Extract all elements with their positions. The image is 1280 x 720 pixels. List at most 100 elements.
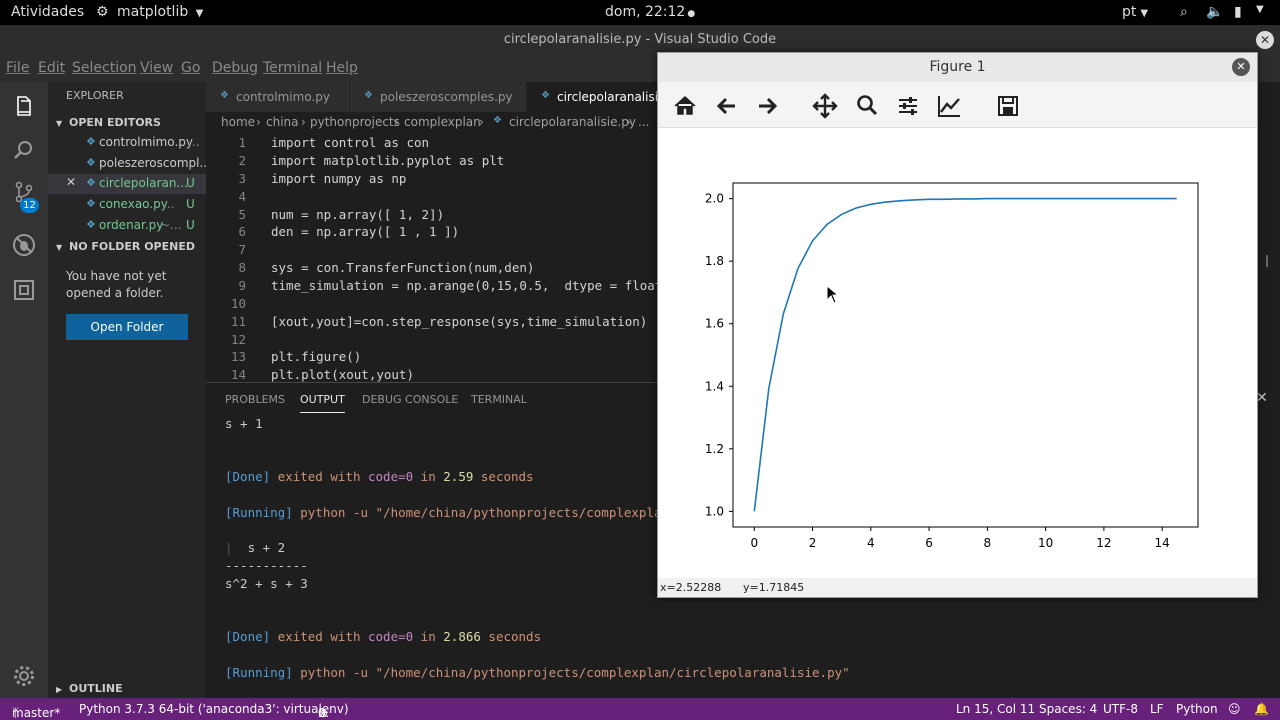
python-file-icon: ❖	[86, 197, 96, 210]
code-line: import control as con	[271, 135, 430, 150]
gear-icon[interactable]	[12, 664, 36, 688]
pan-icon[interactable]	[811, 92, 839, 120]
battery-icon[interactable]: ▮	[1234, 4, 1242, 20]
y-tick-label: 1.4	[705, 379, 724, 393]
chevron-down-icon[interactable]: ▼	[1256, 4, 1264, 15]
debug-icon[interactable]	[11, 232, 37, 258]
bell-icon[interactable]: 🔔	[1254, 702, 1269, 716]
window-close-button[interactable]: ✕	[1256, 31, 1274, 49]
output-line: [Running] python -u "/home/china/pythonp…	[225, 665, 850, 680]
encoding[interactable]: UTF-8	[1103, 702, 1138, 716]
window-title: circlepolaranalisie.py - Visual Studio C…	[503, 32, 777, 47]
line-number: 2	[238, 153, 246, 168]
line-number: 13	[230, 349, 246, 364]
output-line: s + 1	[225, 416, 263, 431]
app-menu[interactable]: ⚙ matplotlib ▼	[96, 4, 203, 20]
code-line: [xout,yout]=con.step_response(sys,time_s…	[271, 314, 648, 329]
breadcrumb-item[interactable]: home	[221, 115, 255, 129]
breadcrumb-item[interactable]: circlepolaranalisie.py	[509, 115, 636, 129]
line-number: 7	[238, 242, 246, 257]
end-of-line[interactable]: LF	[1150, 702, 1164, 716]
tab-output[interactable]: OUTPUT	[300, 393, 345, 413]
search-icon[interactable]	[12, 138, 36, 162]
save-icon[interactable]	[994, 92, 1022, 120]
menu-file[interactable]: File	[6, 60, 29, 76]
output-line: [Done] exited with code=0 in 2.866 secon…	[225, 629, 542, 644]
chevron-right-icon: ›	[479, 115, 484, 129]
close-icon[interactable]: ✕	[66, 175, 76, 189]
wifi-icon[interactable]: ⌕	[1180, 4, 1188, 20]
tab-problems[interactable]: PROBLEMS	[225, 393, 285, 406]
y-tick-label: 1.2	[705, 442, 724, 456]
tab-debug-console[interactable]: DEBUG CONSOLE	[362, 393, 458, 406]
figure-close-button[interactable]: ✕	[1232, 58, 1250, 76]
x-tick-label: 0	[750, 536, 758, 550]
open-editor-item-active[interactable]: ✕ ❖ circlepolaran... U	[48, 174, 206, 194]
breadcrumb-item[interactable]: ...	[638, 115, 649, 129]
chevron-right-icon: ›	[301, 115, 306, 129]
open-folder-button[interactable]: Open Folder	[66, 314, 188, 340]
scrollbar-marker[interactable]	[1266, 255, 1276, 267]
menu-debug[interactable]: Debug	[212, 60, 258, 76]
figure-canvas[interactable]: 0 2 4 6 8 10 12 14 1.0 1.2 1.4 1.6 1.8 2.0	[658, 128, 1257, 578]
feedback-icon[interactable]: ☺	[1228, 702, 1241, 716]
app-name: matplotlib	[117, 4, 189, 20]
open-editor-item[interactable]: ❖ poleszeroscompl...	[48, 154, 206, 174]
language-mode[interactable]: Python	[1176, 702, 1218, 716]
menu-terminal[interactable]: Terminal	[263, 60, 322, 76]
open-editor-item[interactable]: ❖ conexao.py ... U	[48, 195, 206, 215]
extensions-icon[interactable]	[12, 278, 36, 302]
figure-title: Figure 1	[929, 59, 986, 75]
volume-icon[interactable]: 🔈	[1206, 4, 1223, 20]
system-top-bar: Atividades ⚙ matplotlib ▼ dom, 22:12 ● pt…	[0, 0, 1280, 25]
files-icon[interactable]	[12, 94, 36, 118]
chevron-right-icon: ›	[256, 115, 261, 129]
open-editor-item[interactable]: ❖ controlmimo.py ...	[48, 133, 206, 153]
line-number: 4	[238, 189, 246, 204]
line-number: 8	[238, 260, 246, 275]
cursor-position[interactable]: Ln 15, Col 11	[956, 702, 1035, 716]
edit-axis-icon[interactable]	[935, 92, 963, 120]
tab-circlepolaranalisie[interactable]: ❖ circlepolaranalisie.	[527, 82, 669, 112]
activity-bar: 12	[0, 82, 48, 698]
line-number: 10	[230, 296, 246, 311]
forward-icon[interactable]	[753, 92, 781, 120]
breadcrumb-item[interactable]: pythonprojects	[310, 115, 400, 129]
tab-poleszeroscomples[interactable]: ❖ poleszeroscomples.py	[350, 82, 526, 112]
outline-header[interactable]: ▶ OUTLINE	[56, 682, 123, 695]
no-folder-header[interactable]: ▼ NO FOLDER OPENED	[56, 240, 195, 253]
editor-tabs: ❖ controlmimo.py ❖ poleszeroscomples.py …	[206, 82, 669, 112]
breadcrumb-item[interactable]: complexplan	[404, 115, 481, 129]
clock[interactable]: dom, 22:12 ●	[605, 4, 695, 20]
python-file-icon: ❖	[364, 90, 373, 101]
code-line: time_simulation = np.arange(0,15,0.5, dt…	[271, 278, 658, 293]
zoom-icon[interactable]	[853, 92, 881, 120]
menu-help[interactable]: Help	[326, 60, 358, 76]
breadcrumb-item[interactable]: china	[266, 115, 299, 129]
menu-selection[interactable]: Selection	[72, 60, 137, 76]
figure-toolbar	[658, 82, 1257, 128]
python-interpreter[interactable]: Python 3.7.3 64-bit ('anaconda3': virtua…	[79, 702, 349, 716]
open-editor-item[interactable]: ❖ ordenar.py ~... U	[48, 216, 206, 236]
panel-tabs: PROBLEMS OUTPUT DEBUG CONSOLE TERMINAL	[206, 382, 658, 416]
no-folder-text: opened a folder.	[66, 286, 164, 300]
app-icon: ⚙	[96, 4, 109, 20]
step-response-chart[interactable]: 0 2 4 6 8 10 12 14 1.0 1.2 1.4 1.6 1.8 2.0	[658, 128, 1257, 578]
tab-terminal[interactable]: TERMINAL	[471, 393, 527, 406]
code-line: num = np.array([ 1, 2])	[271, 207, 445, 222]
y-tick-label: 2.0	[705, 192, 724, 206]
code-editor[interactable]: 1 2 3 4 5 6 7 8 9 10 11 12 13 14 import …	[206, 132, 658, 382]
home-icon[interactable]	[671, 92, 699, 120]
language-indicator[interactable]: pt ▼	[1122, 4, 1148, 20]
activities-button[interactable]: Atividades	[11, 4, 84, 20]
explorer-sidebar: EXPLORER ▼ OPEN EDITORS ❖ controlmimo.py…	[48, 82, 206, 698]
code-line: plt.plot(xout,yout)	[271, 367, 414, 382]
menu-view[interactable]: View	[140, 60, 173, 76]
menu-go[interactable]: Go	[181, 60, 200, 76]
configure-subplots-icon[interactable]	[894, 92, 922, 120]
open-editors-header[interactable]: ▼ OPEN EDITORS	[56, 116, 161, 129]
back-icon[interactable]	[713, 92, 741, 120]
menu-edit[interactable]: Edit	[38, 60, 65, 76]
indentation[interactable]: Spaces: 4	[1039, 702, 1097, 716]
tab-controlmimo[interactable]: ❖ controlmimo.py	[206, 82, 349, 112]
